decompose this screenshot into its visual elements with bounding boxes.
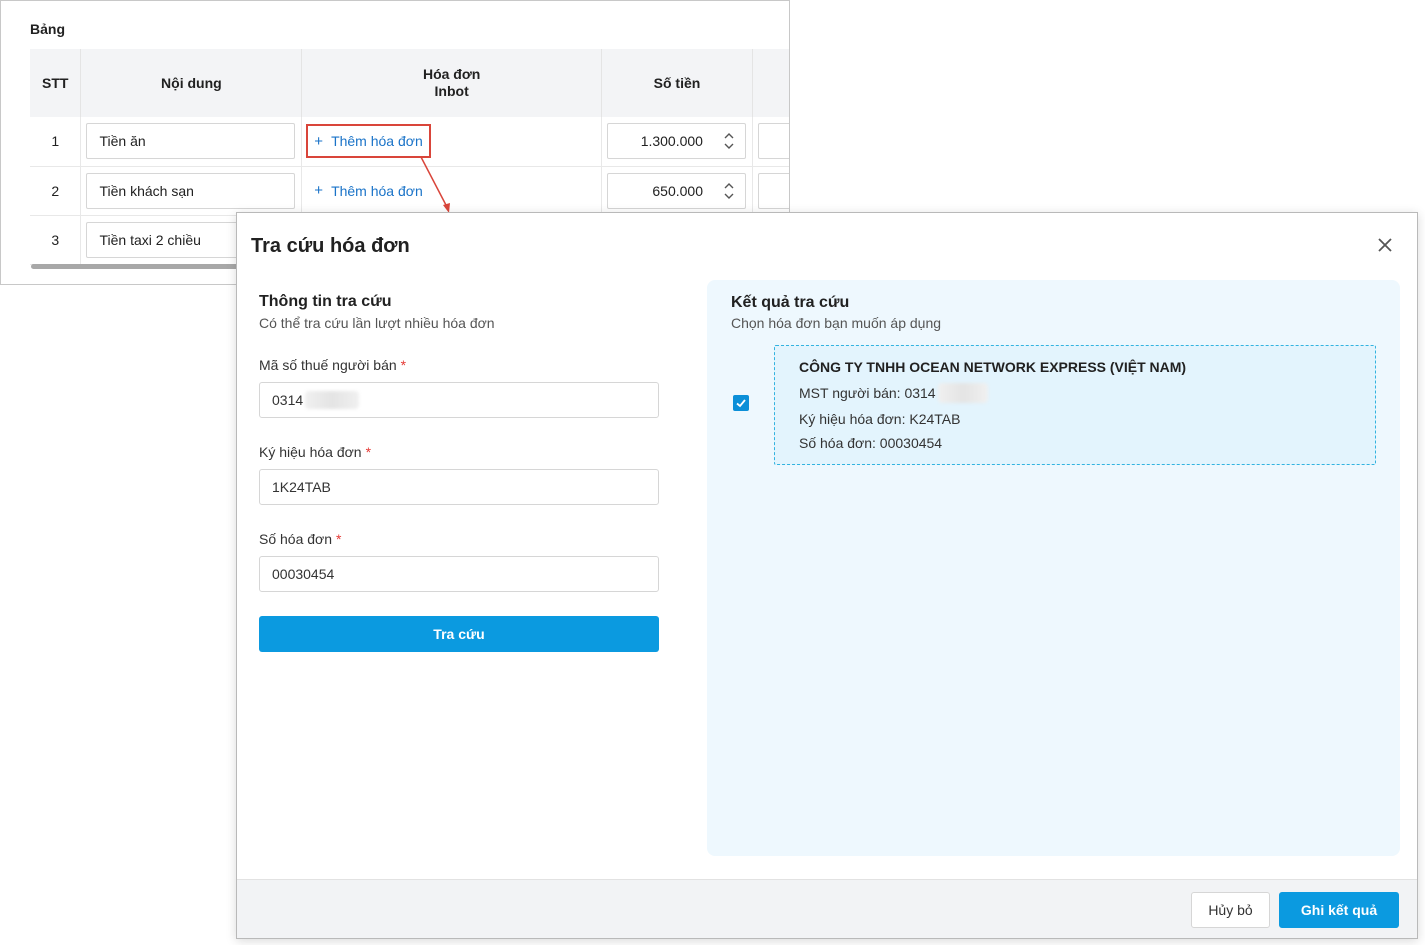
- result-checkbox[interactable]: [733, 395, 749, 411]
- row-stt: 1: [30, 117, 82, 167]
- header-hoa-don: Hóa đơn Inbot: [301, 49, 603, 117]
- seller-tax-code: MST người bán: 0314: [799, 383, 1351, 403]
- invoice-lookup-dialog: Tra cứu hóa đơn Thông tin tra cứu Có thể…: [236, 212, 1418, 939]
- check-icon: [736, 399, 746, 408]
- noi-dung-input[interactable]: Tiền ăn: [86, 123, 296, 160]
- spinner-icon[interactable]: [723, 129, 735, 153]
- row-stt: 2: [30, 166, 82, 216]
- dialog-footer: Hủy bỏ Ghi kết quả: [237, 879, 1417, 938]
- amount-input[interactable]: 1.300.000: [607, 123, 746, 160]
- result-invoice-symbol: Ký hiệu hóa đơn: K24TAB: [799, 411, 961, 427]
- plus-icon: +: [314, 182, 324, 199]
- header-stt: STT: [30, 49, 82, 117]
- result-panel: Kết quả tra cứu Chọn hóa đơn bạn muốn áp…: [707, 280, 1400, 856]
- highlight-box: [306, 124, 431, 158]
- result-invoice-number: Số hóa đơn: 00030454: [799, 435, 943, 451]
- lookup-section-title: Thông tin tra cứu: [259, 293, 392, 310]
- table-title: Bảng: [30, 21, 65, 37]
- result-section-subtitle: Chọn hóa đơn bạn muốn áp dụng: [731, 315, 942, 331]
- header-noi-dung: Nội dung: [80, 49, 303, 117]
- header-so-tien: Số tiền: [601, 49, 753, 117]
- cancel-button[interactable]: Hủy bỏ: [1191, 892, 1270, 928]
- invoice-symbol-label: Ký hiệu hóa đơn *: [259, 444, 372, 460]
- lookup-form: Thông tin tra cứu Có thể tra cứu lần lượ…: [259, 293, 659, 652]
- extra-input[interactable]: [757, 172, 789, 209]
- close-icon[interactable]: [1375, 235, 1395, 255]
- save-result-button[interactable]: Ghi kết quả: [1279, 892, 1399, 928]
- company-name: CÔNG TY TNHH OCEAN NETWORK EXPRESS (VIỆT…: [799, 359, 1187, 375]
- invoice-number-label: Số hóa đơn *: [259, 531, 342, 547]
- invoice-symbol-input[interactable]: 1K24TAB: [259, 469, 659, 505]
- search-button[interactable]: Tra cứu: [259, 616, 659, 652]
- spinner-icon[interactable]: [723, 179, 735, 203]
- add-invoice-link[interactable]: + Thêm hóa đơn: [302, 175, 422, 207]
- noi-dung-input[interactable]: Tiền khách sạn: [86, 172, 296, 209]
- header-extra: [752, 49, 789, 117]
- lookup-section-subtitle: Có thể tra cứu lần lượt nhiều hóa đơn: [259, 315, 495, 331]
- invoice-number-input[interactable]: 00030454: [259, 556, 659, 592]
- table-row: 2 Tiền khách sạn + Thêm hóa đơn 650.000: [30, 166, 789, 216]
- tax-code-input[interactable]: 0314: [259, 382, 659, 418]
- tax-code-label: Mã số thuế người bán *: [259, 357, 407, 373]
- result-card[interactable]: CÔNG TY TNHH OCEAN NETWORK EXPRESS (VIỆT…: [774, 345, 1376, 465]
- redacted-blur: [937, 383, 988, 403]
- redacted-blur: [305, 391, 360, 409]
- extra-input[interactable]: [757, 123, 789, 160]
- amount-input[interactable]: 650.000: [607, 172, 746, 209]
- dialog-title: Tra cứu hóa đơn: [251, 235, 410, 257]
- row-stt: 3: [30, 215, 82, 265]
- result-section-title: Kết quả tra cứu: [731, 294, 850, 311]
